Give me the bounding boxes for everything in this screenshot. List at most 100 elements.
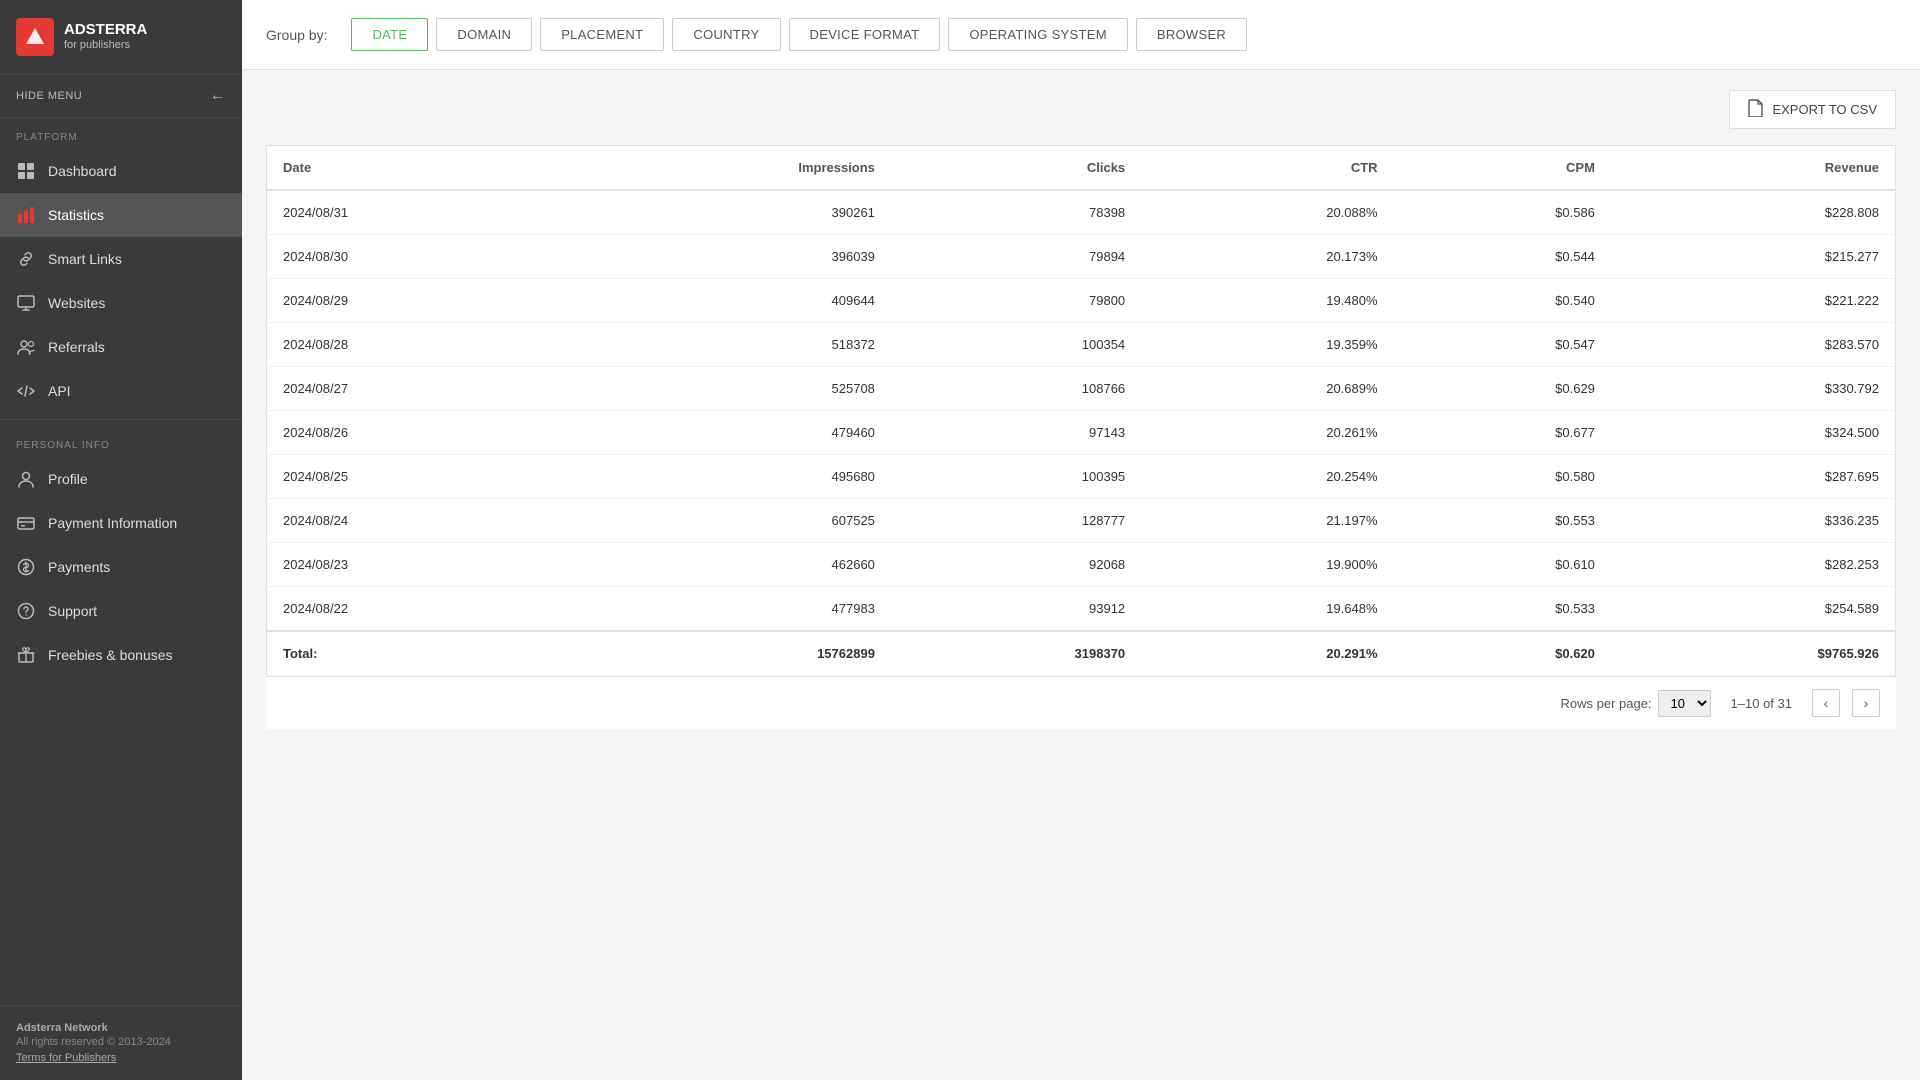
cell-ctr-9: 19.648% xyxy=(1141,587,1393,632)
cell-impressions-0: 390261 xyxy=(562,190,891,235)
cell-revenue-8: $282.253 xyxy=(1611,543,1896,587)
cell-revenue-6: $287.695 xyxy=(1611,455,1896,499)
cell-cpm-0: $0.586 xyxy=(1394,190,1611,235)
cell-ctr-4: 20.689% xyxy=(1141,367,1393,411)
sidebar: ADSTERRA for publishers HIDE MENU ← PLAT… xyxy=(0,0,242,1080)
group-by-device-format-button[interactable]: DEVICE FORMAT xyxy=(789,18,941,51)
brand-sub: for publishers xyxy=(64,39,147,52)
cell-date-0: 2024/08/31 xyxy=(267,190,563,235)
sidebar-item-api[interactable]: API xyxy=(0,369,242,413)
sidebar-support-label: Support xyxy=(48,603,97,619)
pagination-bar: Rows per page: 10 25 50 1–10 of 31 ‹ › xyxy=(266,676,1896,729)
cell-revenue-9: $254.589 xyxy=(1611,587,1896,632)
col-header-revenue: Revenue xyxy=(1611,146,1896,191)
platform-section-label: PLATFORM xyxy=(0,118,242,149)
sidebar-item-freebies[interactable]: Freebies & bonuses xyxy=(0,633,242,677)
hide-menu-button[interactable]: HIDE MENU ← xyxy=(0,75,242,118)
cell-ctr-3: 19.359% xyxy=(1141,323,1393,367)
sidebar-dashboard-label: Dashboard xyxy=(48,163,117,179)
users-icon xyxy=(16,337,36,357)
cell-clicks-3: 100354 xyxy=(891,323,1141,367)
cell-revenue-7: $336.235 xyxy=(1611,499,1896,543)
page-prev-button[interactable]: ‹ xyxy=(1812,689,1840,717)
cell-date-2: 2024/08/29 xyxy=(267,279,563,323)
cell-cpm-2: $0.540 xyxy=(1394,279,1611,323)
group-by-country-button[interactable]: COUNTRY xyxy=(672,18,780,51)
cell-clicks-5: 97143 xyxy=(891,411,1141,455)
hide-menu-label: HIDE MENU xyxy=(16,90,82,102)
cell-date-5: 2024/08/26 xyxy=(267,411,563,455)
footer-terms-link[interactable]: Terms for Publishers xyxy=(16,1052,116,1064)
cell-clicks-7: 128777 xyxy=(891,499,1141,543)
cell-revenue-4: $330.792 xyxy=(1611,367,1896,411)
sidebar-item-smart-links[interactable]: Smart Links xyxy=(0,237,242,281)
hide-menu-arrow-icon: ← xyxy=(210,87,227,105)
table-row: 2024/08/22 477983 93912 19.648% $0.533 $… xyxy=(267,587,1896,632)
group-by-placement-button[interactable]: PLACEMENT xyxy=(540,18,664,51)
cell-cpm-5: $0.677 xyxy=(1394,411,1611,455)
sidebar-item-statistics[interactable]: Statistics xyxy=(0,193,242,237)
total-ctr: 20.291% xyxy=(1141,631,1393,676)
sidebar-referrals-label: Referrals xyxy=(48,339,105,355)
logo-text: ADSTERRA for publishers xyxy=(64,21,147,52)
card-icon xyxy=(16,513,36,533)
cell-cpm-3: $0.547 xyxy=(1394,323,1611,367)
cell-impressions-4: 525708 xyxy=(562,367,891,411)
sidebar-item-payments[interactable]: Payments xyxy=(0,545,242,589)
group-by-browser-button[interactable]: BROWSER xyxy=(1136,18,1247,51)
sidebar-payments-label: Payments xyxy=(48,559,110,575)
sidebar-divider xyxy=(0,419,242,420)
table-row: 2024/08/26 479460 97143 20.261% $0.677 $… xyxy=(267,411,1896,455)
group-by-date-button[interactable]: DATE xyxy=(351,18,428,51)
group-by-bar: Group by: DATE DOMAIN PLACEMENT COUNTRY … xyxy=(242,0,1920,70)
person-icon xyxy=(16,469,36,489)
sidebar-item-websites[interactable]: Websites xyxy=(0,281,242,325)
cell-clicks-2: 79800 xyxy=(891,279,1141,323)
cell-revenue-3: $283.570 xyxy=(1611,323,1896,367)
cell-impressions-3: 518372 xyxy=(562,323,891,367)
table-area: EXPORT TO CSV Date Impressions Clicks CT… xyxy=(242,70,1920,1080)
cell-revenue-0: $228.808 xyxy=(1611,190,1896,235)
sidebar-freebies-label: Freebies & bonuses xyxy=(48,647,173,663)
sidebar-item-dashboard[interactable]: Dashboard xyxy=(0,149,242,193)
cell-ctr-1: 20.173% xyxy=(1141,235,1393,279)
cell-ctr-6: 20.254% xyxy=(1141,455,1393,499)
table-row: 2024/08/31 390261 78398 20.088% $0.586 $… xyxy=(267,190,1896,235)
sidebar-footer: Adsterra Network All rights reserved © 2… xyxy=(0,1005,242,1080)
group-by-operating-system-button[interactable]: OPERATING SYSTEM xyxy=(948,18,1127,51)
cell-date-7: 2024/08/24 xyxy=(267,499,563,543)
sidebar-item-payment-info[interactable]: Payment Information xyxy=(0,501,242,545)
cell-impressions-2: 409644 xyxy=(562,279,891,323)
table-row: 2024/08/24 607525 128777 21.197% $0.553 … xyxy=(267,499,1896,543)
brand-name: ADSTERRA xyxy=(64,21,147,39)
cell-impressions-7: 607525 xyxy=(562,499,891,543)
cell-revenue-2: $221.222 xyxy=(1611,279,1896,323)
sidebar-item-support[interactable]: Support xyxy=(0,589,242,633)
export-csv-button[interactable]: EXPORT TO CSV xyxy=(1729,90,1896,129)
sidebar-item-profile[interactable]: Profile xyxy=(0,457,242,501)
cell-clicks-0: 78398 xyxy=(891,190,1141,235)
group-by-domain-button[interactable]: DOMAIN xyxy=(436,18,532,51)
col-header-clicks: Clicks xyxy=(891,146,1141,191)
cell-date-6: 2024/08/25 xyxy=(267,455,563,499)
table-total-row: Total: 15762899 3198370 20.291% $0.620 $… xyxy=(267,631,1896,676)
cell-cpm-6: $0.580 xyxy=(1394,455,1611,499)
cell-ctr-0: 20.088% xyxy=(1141,190,1393,235)
rows-per-page-select[interactable]: 10 25 50 xyxy=(1658,690,1711,717)
page-info: 1–10 of 31 xyxy=(1731,696,1792,711)
monitor-icon xyxy=(16,293,36,313)
export-row: EXPORT TO CSV xyxy=(266,90,1896,129)
cell-revenue-5: $324.500 xyxy=(1611,411,1896,455)
link-icon xyxy=(16,249,36,269)
logo-area: ADSTERRA for publishers xyxy=(0,0,242,75)
sidebar-item-referrals[interactable]: Referrals xyxy=(0,325,242,369)
page-next-button[interactable]: › xyxy=(1852,689,1880,717)
cell-ctr-8: 19.900% xyxy=(1141,543,1393,587)
export-file-icon xyxy=(1748,99,1764,120)
cell-ctr-7: 21.197% xyxy=(1141,499,1393,543)
cell-ctr-5: 20.261% xyxy=(1141,411,1393,455)
grid-icon xyxy=(16,161,36,181)
total-clicks: 3198370 xyxy=(891,631,1141,676)
col-header-date: Date xyxy=(267,146,563,191)
col-header-ctr: CTR xyxy=(1141,146,1393,191)
